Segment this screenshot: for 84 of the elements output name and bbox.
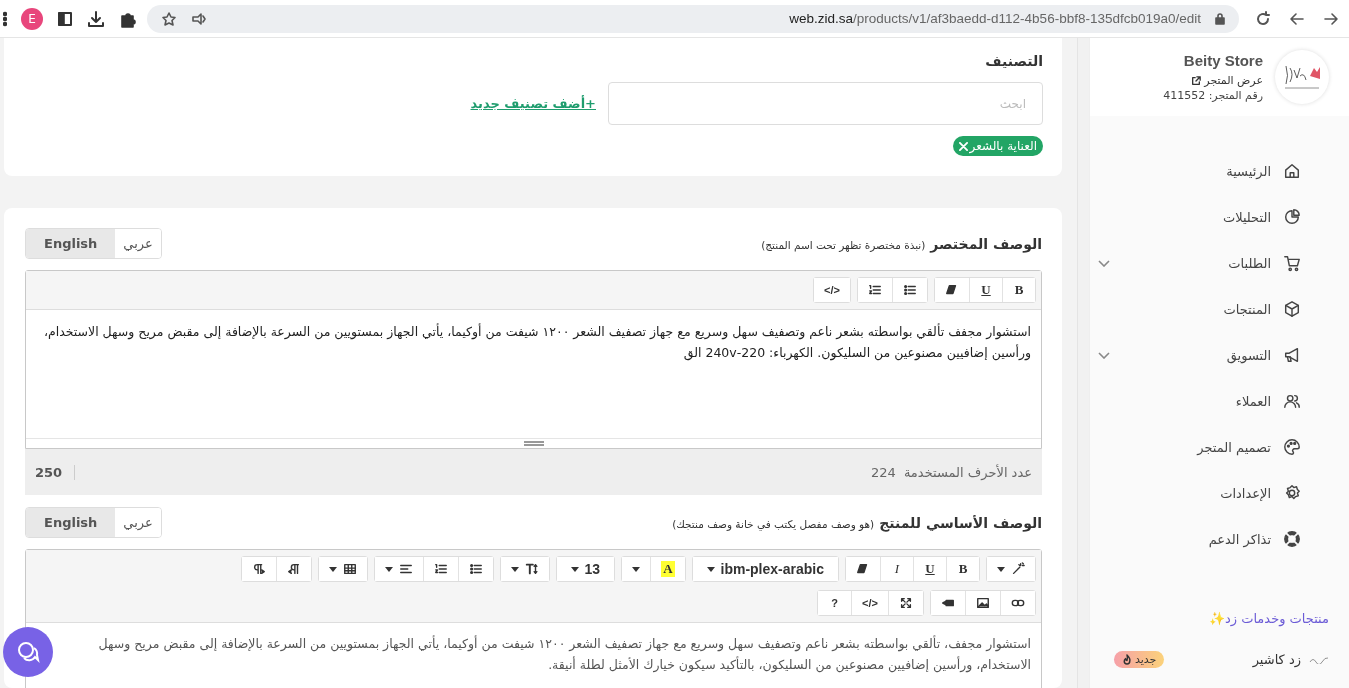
profile-avatar[interactable]: E [21, 7, 43, 30]
section-hint: (نبذة مختصرة تظهر تحت اسم المنتج) [761, 239, 926, 251]
nav-item[interactable]: الرئيسية [1098, 157, 1301, 185]
section-title: الوصف المختصر [930, 236, 1042, 252]
flame-icon [1122, 654, 1132, 665]
toolbar-button[interactable]: </> [814, 278, 850, 302]
fullscreen-button[interactable] [888, 591, 923, 615]
numbered-list-icon [868, 283, 882, 297]
eraser-icon [945, 283, 959, 297]
resize-handle-icon [523, 441, 544, 446]
image-icon [976, 596, 990, 610]
align-icon [398, 562, 413, 576]
bold-button[interactable]: B [1002, 278, 1035, 302]
nav-item[interactable]: الإعدادات [1098, 479, 1301, 507]
download-icon [87, 9, 105, 28]
paragraph-rtl-icon [286, 562, 301, 576]
bullet-list-icon [468, 562, 483, 576]
bold-button[interactable]: B [946, 557, 979, 581]
star-icon [161, 10, 177, 27]
eraser-icon [856, 562, 870, 576]
store-name: Beity Store [1182, 52, 1263, 69]
palette-icon [1283, 438, 1301, 456]
editor-text: استشوار مجفف تألقي بواسطته بشعر ناعم وتصفيف سهل وسريع مع جهاز تصفيف الشعر ١٢٠٠ شيفت من أوكيما، يأتي الجهاز بمستويين من السرعة بالإضافة إلى مقبض مريح وسهل الاستخدام، ورأسين إضافيين مصنوعين من السليكون. الكهرباء: 220-240v الق [42, 322, 1032, 363]
language-tab[interactable]: English [26, 508, 116, 537]
settings-icon [1283, 484, 1301, 502]
text-size-icon [524, 562, 539, 576]
nav-item[interactable]: التحليلات [1098, 203, 1301, 231]
paragraph-ltr-icon [251, 562, 266, 576]
back-icon [1289, 10, 1305, 27]
forward-icon [1323, 10, 1339, 27]
text-size-button[interactable] [500, 557, 549, 581]
reload-icon [1255, 10, 1271, 27]
section-hint: (هو وصف مفصل يكتب في خانة وصف منتجك) [672, 518, 875, 530]
fullscreen-icon [899, 596, 913, 610]
editor-text: استشوار مجفف، تألقي بواسطته بشعر ناعم وتصفيف سهل وسريع مع جهاز تصفيف الشعر ١٢٠٠ شيفت من أوكيما، يأتي الجهاز بمستويين من السرعة بالإضافة إلى مقبض مريح وسهل الاستخدام، ورأسين إضافيين مصنوعين من السليكون، بالتأكيد سيكون خيارك الأمثل لطلة أنيقة. [97, 634, 1032, 675]
service-item[interactable]: زد كاشير جديد [1090, 651, 1329, 668]
magic-wand-button[interactable] [987, 557, 1035, 581]
home-icon [1283, 162, 1301, 180]
highlight-button[interactable]: A [650, 557, 685, 581]
magic-wand-icon [1011, 562, 1025, 576]
dropdown-button[interactable]: 13 [556, 557, 615, 581]
pie-chart-icon [1283, 208, 1301, 226]
chat-icon [15, 639, 41, 665]
lock-icon [1215, 12, 1225, 25]
text-editor[interactable] [25, 549, 1042, 688]
used-count: 224 [870, 464, 896, 480]
link-button[interactable] [1000, 591, 1035, 615]
table-button[interactable] [318, 557, 367, 581]
nav-item[interactable]: تصميم المتجر [1098, 433, 1301, 461]
services-title: منتجات وخدمات زد✨ [1207, 611, 1329, 626]
nav-item[interactable]: المنتجات [1098, 295, 1301, 323]
external-link-icon [1191, 75, 1202, 86]
counter-label: عدد الأحرف المستخدمة [903, 464, 1032, 480]
language-tab[interactable]: English [26, 229, 116, 258]
numbered-list-icon [433, 562, 448, 576]
store-logo-icon [1275, 50, 1329, 104]
caret-icon [632, 566, 641, 572]
bullet-list-button[interactable] [892, 278, 927, 302]
new-badge: جديد [1114, 651, 1165, 668]
box-icon [1283, 300, 1301, 318]
address-bar[interactable]: web.zid.sa/products/v1/af3baedd-d112-4b56-bbf8-135dfcb019a0/edit [147, 4, 1239, 33]
section-title: التصنيف [984, 53, 1043, 69]
store-number: رقم المتجر: 411552 [1163, 89, 1263, 102]
dropdown-button[interactable]: ibm-plex-arabic [692, 557, 838, 581]
section-title: الوصف الأساسي للمنتج [879, 515, 1042, 531]
nav-item[interactable]: العملاء [1098, 387, 1301, 415]
character-limit: 250 [35, 464, 76, 480]
search-field[interactable]: ابحث [608, 82, 1043, 125]
menu-icon [3, 10, 7, 27]
table-icon [342, 562, 357, 576]
cart-icon [1283, 254, 1301, 272]
nav-item[interactable]: تذاكر الدعم [1098, 525, 1301, 553]
nav-item[interactable]: الطلبات [1098, 249, 1301, 277]
bullet-list-icon [903, 283, 917, 297]
view-store-link[interactable]: عرض المتجر [1191, 74, 1263, 87]
megaphone-icon [1283, 346, 1301, 364]
url-text: web.zid.sa/products/v1/af3baedd-d112-4b56-bbf8-135dfcb019a0/edit [789, 11, 1201, 26]
users-icon [1283, 392, 1301, 410]
bullet-list-button[interactable] [457, 557, 493, 581]
nav-item[interactable]: التسويق [1098, 341, 1301, 369]
side-panel-icon [57, 10, 73, 27]
paragraph-rtl-button[interactable] [275, 557, 311, 581]
close-icon [958, 141, 968, 151]
lifebuoy-icon [1283, 530, 1301, 548]
